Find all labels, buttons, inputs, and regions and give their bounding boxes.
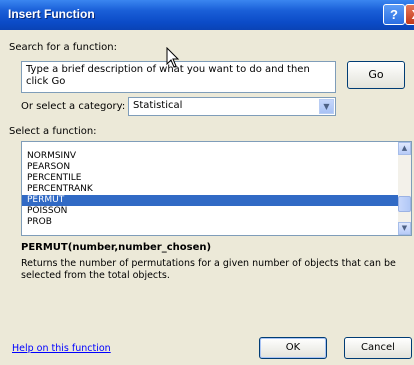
list-item[interactable]: NORMSINV (26, 151, 397, 162)
chevron-down-icon[interactable]: ▼ (398, 222, 411, 235)
mouse-cursor-icon (166, 47, 180, 68)
category-value: Statistical (133, 100, 183, 111)
help-link[interactable]: Help on this function (12, 343, 111, 354)
list-scrollbar[interactable]: ▲ ▼ (398, 142, 411, 235)
list-item-selected[interactable]: PERMUT (22, 195, 405, 206)
chevron-down-icon[interactable]: ▼ (319, 99, 334, 114)
list-item[interactable]: PERCENTILE (26, 173, 397, 184)
function-list[interactable]: NORMSINV PEARSON PERCENTILE PERCENTRANK … (21, 141, 412, 236)
chevron-up-icon[interactable]: ▲ (398, 142, 411, 155)
cancel-button[interactable]: Cancel (344, 337, 412, 359)
help-button[interactable]: ? (383, 4, 405, 25)
search-label: Search for a function: (9, 42, 117, 53)
list-item[interactable]: PERCENTRANK (26, 184, 397, 195)
category-label: Or select a category: (21, 101, 126, 112)
title-bar: Insert Function ? X (0, 0, 414, 30)
category-select[interactable]: Statistical ▼ (128, 97, 336, 116)
scroll-thumb[interactable] (398, 196, 411, 212)
dialog-title: Insert Function (8, 7, 95, 21)
go-button[interactable]: Go (347, 61, 405, 89)
function-signature: PERMUT(number,number_chosen) (21, 242, 212, 253)
list-item[interactable]: PROB (26, 217, 397, 228)
list-item[interactable]: POISSON (26, 206, 397, 217)
list-item[interactable]: PEARSON (26, 162, 397, 173)
help-icon: ? (390, 7, 398, 22)
function-list-label: Select a function: (9, 126, 97, 137)
function-description: Returns the number of permutations for a… (21, 258, 396, 281)
close-button[interactable]: X (405, 4, 414, 25)
ok-button[interactable]: OK (259, 337, 327, 359)
